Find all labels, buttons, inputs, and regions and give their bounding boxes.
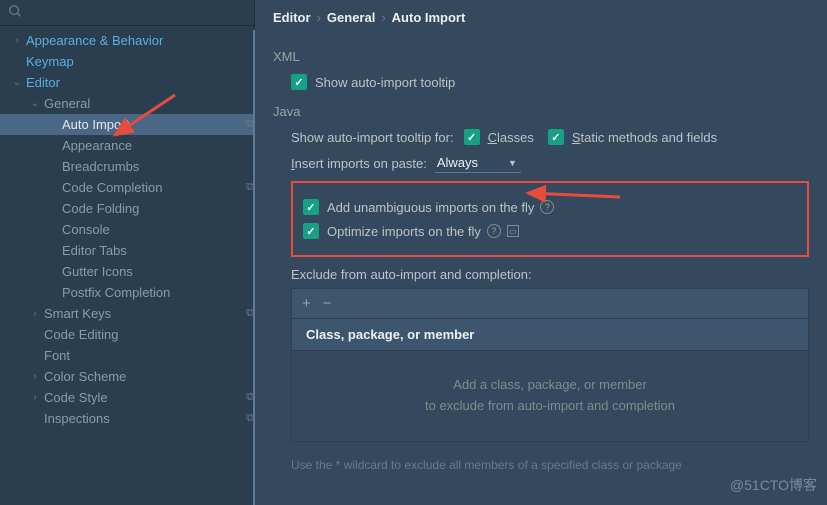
add-unambiguous-row[interactable]: ✓ Add unambiguous imports on the fly ? [303, 199, 797, 215]
checkbox-icon: ✓ [303, 223, 319, 239]
section-java-title: Java [273, 104, 809, 119]
watermark: @51CTO博客 [730, 475, 817, 495]
sidebar-item-editor-tabs[interactable]: Editor Tabs [0, 240, 254, 261]
sidebar-item-breadcrumbs[interactable]: Breadcrumbs [0, 156, 254, 177]
divider [253, 30, 255, 505]
sidebar-item-label: Keymap [26, 54, 254, 69]
help-icon[interactable]: ? [487, 224, 501, 238]
sidebar-item-code-completion[interactable]: Code Completion⧉ [0, 177, 254, 198]
breadcrumb: Editor›General›Auto Import [255, 0, 827, 35]
scope-icon[interactable]: ▭ [507, 225, 519, 237]
table-empty-text: Add a class, package, or member to exclu… [292, 351, 808, 441]
sidebar-item-label: Gutter Icons [62, 264, 254, 279]
sidebar-item-label: Breadcrumbs [62, 159, 254, 174]
sidebar-item-label: Font [44, 348, 254, 363]
checkbox-icon: ✓ [291, 74, 307, 90]
search-bar[interactable] [0, 0, 254, 26]
insert-on-paste-dropdown[interactable]: Always ▼ [435, 153, 521, 173]
chevron-icon: › [10, 35, 24, 46]
sidebar-item-label: Code Style [44, 390, 242, 405]
settings-tree: ›Appearance & BehaviorKeymap⌄Editor⌄Gene… [0, 26, 254, 505]
highlighted-options-box: ✓ Add unambiguous imports on the fly ? ✓… [291, 181, 809, 257]
optimize-imports-row[interactable]: ✓ Optimize imports on the fly ? ▭ [303, 223, 797, 239]
insert-on-paste-label: Insert imports on paste: [291, 156, 427, 171]
sidebar-item-color-scheme[interactable]: ›Color Scheme [0, 366, 254, 387]
exclude-label: Exclude from auto-import and completion: [291, 267, 809, 282]
sidebar-item-label: Code Folding [62, 201, 254, 216]
exclude-table: + − Class, package, or member Add a clas… [291, 288, 809, 442]
sidebar-item-keymap[interactable]: Keymap [0, 51, 254, 72]
checkbox-icon: ✓ [303, 199, 319, 215]
sidebar-item-label: Smart Keys [44, 306, 242, 321]
sidebar-item-appearance-behavior[interactable]: ›Appearance & Behavior [0, 30, 254, 51]
checkbox-icon[interactable]: ✓ [464, 129, 480, 145]
sidebar-item-appearance[interactable]: Appearance [0, 135, 254, 156]
table-header: Class, package, or member [292, 319, 808, 351]
classes-checkbox-label[interactable]: Classes [488, 130, 534, 145]
chevron-icon: ⌄ [10, 77, 24, 88]
sidebar-item-label: Postfix Completion [62, 285, 254, 300]
sidebar-item-label: Editor Tabs [62, 243, 254, 258]
chevron-icon: › [28, 392, 42, 403]
sidebar-item-label: Appearance [62, 138, 254, 153]
sidebar-item-general[interactable]: ⌄General [0, 93, 254, 114]
tooltip-for-label: Show auto-import tooltip for: [291, 130, 454, 145]
checkbox-icon[interactable]: ✓ [548, 129, 564, 145]
sidebar-item-gutter-icons[interactable]: Gutter Icons [0, 261, 254, 282]
sidebar-item-code-editing[interactable]: Code Editing [0, 324, 254, 345]
help-icon[interactable]: ? [540, 200, 554, 214]
section-xml-title: XML [273, 49, 809, 64]
static-checkbox-label[interactable]: Static methods and fields [572, 130, 717, 145]
add-button[interactable]: + [302, 295, 311, 312]
remove-button[interactable]: − [323, 295, 332, 312]
sidebar-item-label: Console [62, 222, 254, 237]
sidebar-item-font[interactable]: Font [0, 345, 254, 366]
sidebar-item-postfix-completion[interactable]: Postfix Completion [0, 282, 254, 303]
sidebar-item-label: Appearance & Behavior [26, 33, 254, 48]
chevron-icon: › [28, 308, 42, 319]
sidebar-item-label: Code Completion [62, 180, 242, 195]
sidebar-item-smart-keys[interactable]: ›Smart Keys⧉ [0, 303, 254, 324]
sidebar-item-code-style[interactable]: ›Code Style⧉ [0, 387, 254, 408]
sidebar-item-label: General [44, 96, 254, 111]
settings-main: Editor›General›Auto Import XML ✓ Show au… [255, 0, 827, 505]
wildcard-hint: Use the * wildcard to exclude all member… [291, 456, 809, 474]
sidebar-item-label: Inspections [44, 411, 242, 426]
sidebar-item-label: Editor [26, 75, 254, 90]
sidebar-item-label: Auto Import [62, 117, 242, 132]
search-icon [8, 4, 22, 21]
sidebar-item-editor[interactable]: ⌄Editor [0, 72, 254, 93]
sidebar-item-auto-import[interactable]: Auto Import⧉ [0, 114, 254, 135]
chevron-icon: › [28, 371, 42, 382]
sidebar-item-label: Code Editing [44, 327, 254, 342]
chevron-icon: ⌄ [28, 98, 42, 109]
xml-show-tooltip-row[interactable]: ✓ Show auto-import tooltip [291, 74, 809, 90]
sidebar-item-console[interactable]: Console [0, 219, 254, 240]
sidebar-item-inspections[interactable]: Inspections⧉ [0, 408, 254, 429]
sidebar-item-label: Color Scheme [44, 369, 254, 384]
chevron-down-icon: ▼ [508, 158, 517, 168]
settings-sidebar: ›Appearance & BehaviorKeymap⌄Editor⌄Gene… [0, 0, 255, 505]
sidebar-item-code-folding[interactable]: Code Folding [0, 198, 254, 219]
